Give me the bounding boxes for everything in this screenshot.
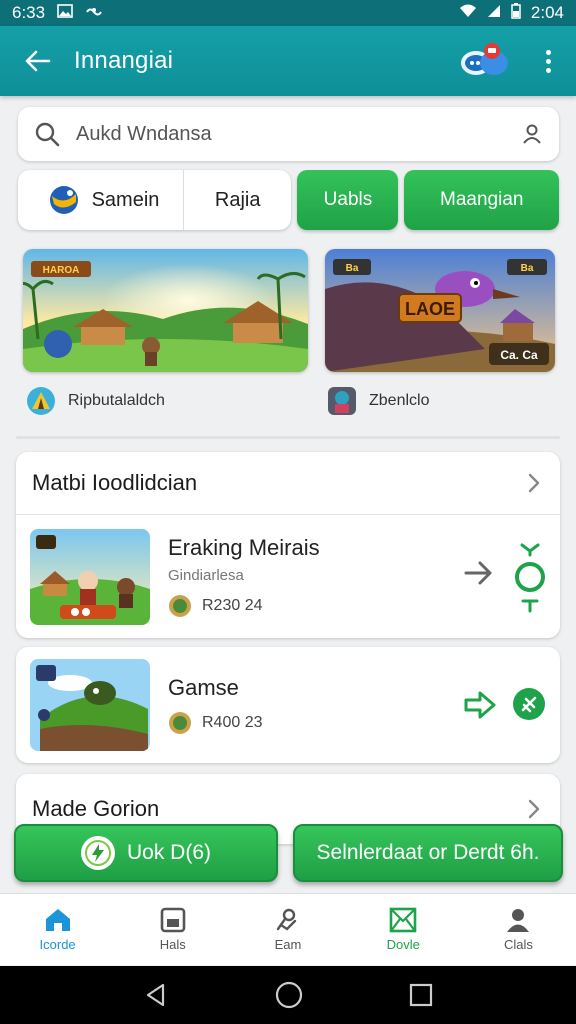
nav-item-dovle[interactable]: Dovle	[346, 894, 461, 965]
coin-icon	[169, 595, 191, 617]
profile-icon	[507, 909, 530, 932]
featured-section: HAROA LAOE Ba Ba Ca. Ca Ripbutalaldch Zb…	[16, 240, 560, 440]
village-scene-image: HAROA	[23, 249, 308, 372]
primary-action-button[interactable]: Uok D(6)	[14, 824, 278, 882]
list-item-price: R400 23	[168, 711, 263, 735]
chevron-right-icon	[528, 473, 540, 493]
character-icon	[328, 387, 356, 415]
play-circle-icon[interactable]	[512, 687, 546, 721]
featured-corner-label: Ca. Ca	[500, 348, 538, 362]
image-notification-icon	[57, 3, 73, 23]
bottom-nav: Icorde Hals Eam Dovle Clals	[0, 893, 576, 965]
chat-bubbles-icon	[461, 43, 508, 75]
back-button[interactable]	[18, 41, 58, 81]
secondary-action-button[interactable]: Selnlerdaat or Derdt 6h.	[293, 824, 563, 882]
featured-label-text: Ripbutalaldch	[68, 392, 165, 409]
chip-maangian[interactable]: Maangian	[404, 170, 560, 230]
chip-samein[interactable]: Samein	[18, 170, 184, 230]
featured-badge: HAROA	[43, 265, 80, 276]
app-bar: Innangiai	[0, 26, 576, 96]
nav-label: Clals	[503, 937, 533, 952]
search-bar[interactable]	[18, 107, 559, 161]
featured-label-1[interactable]: Ripbutalaldch	[26, 386, 165, 416]
status-clock: 2:04	[530, 3, 564, 22]
section-title: Made Gorion	[32, 796, 160, 821]
nav-item-clals[interactable]: Clals	[461, 894, 576, 965]
button-label: Uok D(6)	[126, 841, 211, 864]
more-options-button[interactable]	[538, 41, 558, 81]
price-text: R230 24	[202, 597, 263, 614]
featured-badge-right: Ba	[521, 263, 534, 274]
list-item-card[interactable]: Gamse R400 23	[16, 647, 560, 763]
divider	[16, 436, 560, 439]
tent-icon	[27, 387, 55, 415]
arrow-right-icon[interactable]	[464, 560, 494, 586]
coin-icon	[169, 712, 191, 734]
price-text: R400 23	[202, 714, 263, 731]
section-header[interactable]: Matbi Ioodlidcian	[16, 452, 560, 515]
list-item-price: R230 24	[168, 594, 320, 618]
chip-label: Rajia	[214, 188, 261, 211]
game-thumbnail	[30, 659, 150, 751]
arrow-back-icon	[25, 50, 51, 72]
chip-label: Samein	[91, 188, 160, 211]
tools-icon	[276, 908, 297, 931]
list-item-title: Eraking Meirais	[168, 535, 320, 560]
status-time: 6:33	[12, 3, 46, 22]
list-item-text: Gamse R400 23	[168, 675, 263, 735]
chat-button[interactable]	[458, 41, 512, 81]
list-item[interactable]: Eraking Meirais Gindiarlesa R230 24	[16, 515, 560, 638]
search-input[interactable]	[76, 122, 521, 146]
filter-chips: Samein Rajia Uabls Maangian	[18, 170, 560, 230]
nav-label: Hals	[159, 937, 186, 952]
featured-label-2[interactable]: Zbenlclo	[327, 386, 429, 416]
featured-card-village[interactable]: HAROA	[23, 249, 308, 372]
chip-rajia[interactable]: Rajia	[184, 170, 291, 230]
home-circle-icon[interactable]	[275, 981, 303, 1009]
section-card: Matbi Ioodlidcian Eraking Meirais Gindia…	[16, 452, 560, 638]
signal-icon	[487, 3, 501, 23]
page-title: Innangiai	[74, 47, 174, 74]
nav-label: Dovle	[386, 937, 420, 952]
list-item-text: Eraking Meirais Gindiarlesa R230 24	[168, 535, 320, 618]
nav-item-home[interactable]: Icorde	[0, 894, 115, 965]
store-icon	[160, 907, 186, 933]
chevron-right-icon	[528, 799, 540, 819]
profile-search-icon[interactable]	[521, 123, 543, 145]
ball-icon	[49, 186, 78, 214]
mail-icon	[389, 907, 417, 933]
search-icon	[35, 122, 60, 147]
chip-group: Samein Rajia	[18, 170, 292, 230]
list-item-subtitle: Gindiarlesa	[168, 567, 244, 584]
download-ring-icon[interactable]	[510, 537, 550, 617]
featured-sign: LAOE	[405, 299, 455, 319]
bolt-icon	[80, 836, 115, 870]
nav-item-hals[interactable]: Hals	[115, 894, 230, 965]
recents-square-icon[interactable]	[409, 983, 433, 1007]
nav-item-eam[interactable]: Eam	[230, 894, 345, 965]
chip-uabls[interactable]: Uabls	[297, 170, 399, 230]
featured-badge-left: Ba	[346, 263, 359, 274]
section-title: Matbi Ioodlidcian	[32, 470, 198, 495]
home-icon	[45, 909, 70, 931]
status-bar: 6:33 2:04	[0, 0, 576, 26]
list-item-title: Gamse	[168, 675, 239, 700]
nav-label: Icorde	[39, 937, 76, 952]
featured-label-text: Zbenlclo	[369, 392, 430, 409]
notification-icon	[85, 3, 103, 23]
nav-label: Eam	[274, 937, 302, 952]
system-nav-bar	[0, 966, 576, 1024]
arrow-right-outline-icon[interactable]	[464, 691, 496, 719]
wifi-icon	[459, 3, 477, 23]
back-triangle-icon[interactable]	[143, 982, 169, 1008]
game-thumbnail	[30, 528, 150, 625]
battery-icon	[511, 2, 521, 24]
bird-scene-image: LAOE Ba Ba Ca. Ca	[325, 249, 555, 372]
featured-card-bird[interactable]: LAOE Ba Ba Ca. Ca	[325, 249, 555, 372]
